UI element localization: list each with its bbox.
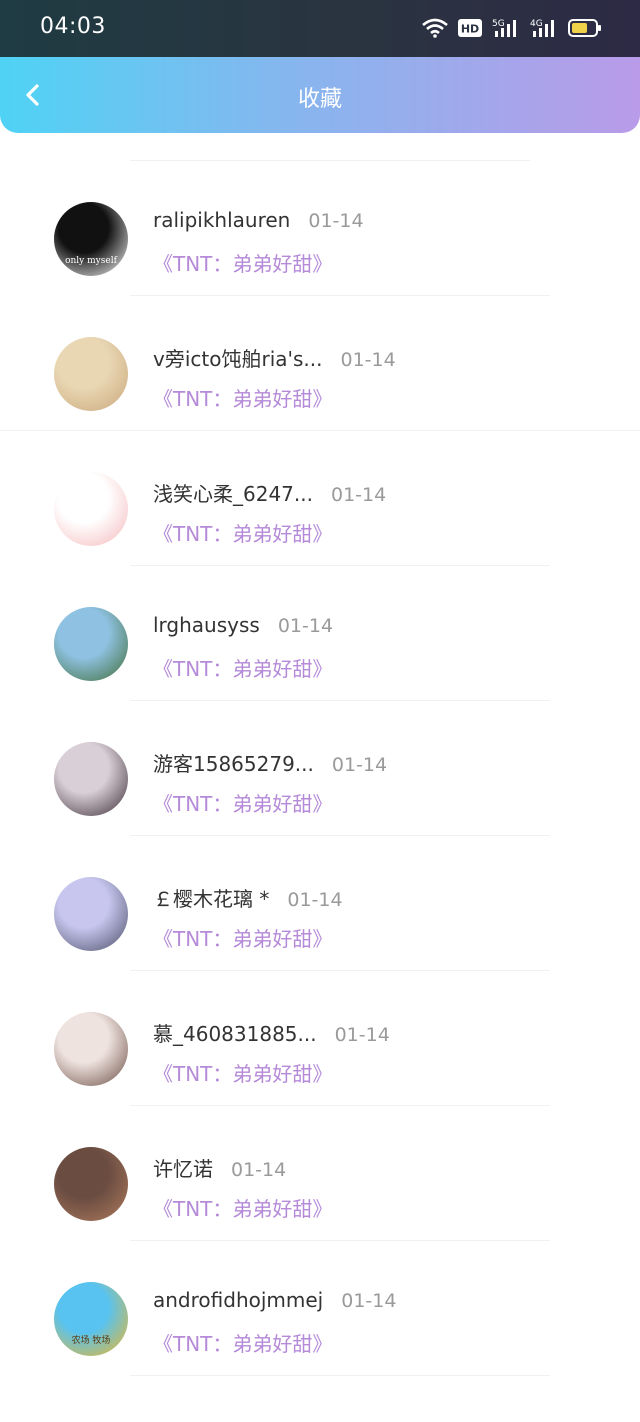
list-item[interactable]: 许忆诺 01-14 《TNT：弟弟好甜》 xyxy=(0,1095,640,1241)
avatar[interactable] xyxy=(54,1147,128,1221)
user-name[interactable]: lrghausyss xyxy=(153,613,260,637)
avatar[interactable] xyxy=(54,607,128,681)
name-row: androfidhojmmej 01-14 xyxy=(153,1288,396,1312)
name-row: lrghausyss 01-14 xyxy=(153,613,333,637)
divider xyxy=(130,1375,550,1376)
wifi-icon xyxy=(422,18,448,38)
book-title-link[interactable]: 《TNT：弟弟好甜》 xyxy=(153,653,332,682)
name-row: 游客15865279... 01-14 xyxy=(153,748,387,777)
book-title-link[interactable]: 《TNT：弟弟好甜》 xyxy=(153,248,332,277)
svg-text:4G: 4G xyxy=(530,19,543,29)
book-title-link[interactable]: 《TNT：弟弟好甜》 xyxy=(153,1328,332,1357)
avatar[interactable] xyxy=(54,1012,128,1086)
date: 01-14 xyxy=(341,1290,397,1312)
avatar[interactable] xyxy=(54,742,128,816)
user-name[interactable]: v旁icto饨舶ria's... xyxy=(153,343,323,372)
name-row: ￡樱木花璃 * 01-14 xyxy=(153,883,343,912)
list-item[interactable]: ￡樱木花璃 * 01-14 《TNT：弟弟好甜》 xyxy=(0,825,640,971)
status-time: 04:03 xyxy=(40,14,106,39)
list-item[interactable]: lrghausyss 01-14 《TNT：弟弟好甜》 xyxy=(0,555,640,701)
battery-icon xyxy=(568,19,601,37)
user-name[interactable]: 浅笑心柔_6247... xyxy=(153,478,313,507)
list-item[interactable]: v旁icto饨舶ria's... 01-14 《TNT：弟弟好甜》 xyxy=(0,285,640,431)
name-row: 慕_460831885... 01-14 xyxy=(153,1018,390,1047)
user-name[interactable]: ralipikhlauren xyxy=(153,208,290,232)
book-title-link[interactable]: 《TNT：弟弟好甜》 xyxy=(153,923,332,952)
list-item[interactable]: 农场 牧场 androfidhojmmej 01-14 《TNT：弟弟好甜》 xyxy=(0,1230,640,1376)
nav-bar: 收藏 xyxy=(0,57,640,133)
avatar-text: only myself xyxy=(65,256,117,266)
list-item[interactable]: 浅笑心柔_6247... 01-14 《TNT：弟弟好甜》 xyxy=(0,420,640,566)
date: 01-14 xyxy=(340,349,396,371)
book-title-link[interactable]: 《TNT：弟弟好甜》 xyxy=(153,383,332,412)
name-row: ralipikhlauren 01-14 xyxy=(153,208,364,232)
book-title-link[interactable]: 《TNT：弟弟好甜》 xyxy=(153,1058,332,1087)
date: 01-14 xyxy=(308,210,364,232)
book-title-link[interactable]: 《TNT：弟弟好甜》 xyxy=(153,788,332,817)
hd-icon: HD xyxy=(458,19,482,37)
date: 01-14 xyxy=(331,754,388,776)
user-name[interactable]: 慕_460831885... xyxy=(153,1018,317,1047)
date: 01-14 xyxy=(287,889,343,911)
user-name[interactable]: ￡樱木花璃 * xyxy=(153,883,269,912)
avatar[interactable]: 农场 牧场 xyxy=(54,1282,128,1356)
avatar-text: 农场 牧场 xyxy=(71,1336,111,1346)
date: 01-14 xyxy=(334,1024,390,1046)
4g-signal-icon: 4G xyxy=(530,19,554,37)
name-row: 许忆诺 01-14 xyxy=(153,1153,286,1182)
avatar[interactable]: only myself xyxy=(54,202,128,276)
5g-signal-icon: 5G xyxy=(492,19,516,37)
list-item[interactable]: 游客15865279... 01-14 《TNT：弟弟好甜》 xyxy=(0,690,640,836)
avatar[interactable] xyxy=(54,337,128,411)
avatar[interactable] xyxy=(54,472,128,546)
user-name[interactable]: 许忆诺 xyxy=(153,1153,213,1182)
avatar[interactable] xyxy=(54,877,128,951)
svg-text:5G: 5G xyxy=(492,19,505,29)
status-bar: 04:03 HD 5G 4G xyxy=(0,0,640,57)
date: 01-14 xyxy=(330,484,387,506)
list-item[interactable]: only myself ralipikhlauren 01-14 《TNT：弟弟好甜》 xyxy=(0,150,640,296)
date: 01-14 xyxy=(231,1159,287,1181)
list-item[interactable]: 慕_460831885... 01-14 《TNT：弟弟好甜》 xyxy=(0,960,640,1106)
name-row: 浅笑心柔_6247... 01-14 xyxy=(153,478,386,507)
user-name[interactable]: 游客15865279... xyxy=(153,748,314,777)
svg-text:HD: HD xyxy=(461,23,479,36)
book-title-link[interactable]: 《TNT：弟弟好甜》 xyxy=(153,518,332,547)
page-title: 收藏 xyxy=(297,87,342,112)
date: 01-14 xyxy=(277,615,334,637)
user-name[interactable]: androfidhojmmej xyxy=(153,1288,323,1312)
name-row: v旁icto饨舶ria's... 01-14 xyxy=(153,343,396,372)
book-title-link[interactable]: 《TNT：弟弟好甜》 xyxy=(153,1193,332,1222)
status-icons: HD 5G 4G xyxy=(422,16,602,40)
